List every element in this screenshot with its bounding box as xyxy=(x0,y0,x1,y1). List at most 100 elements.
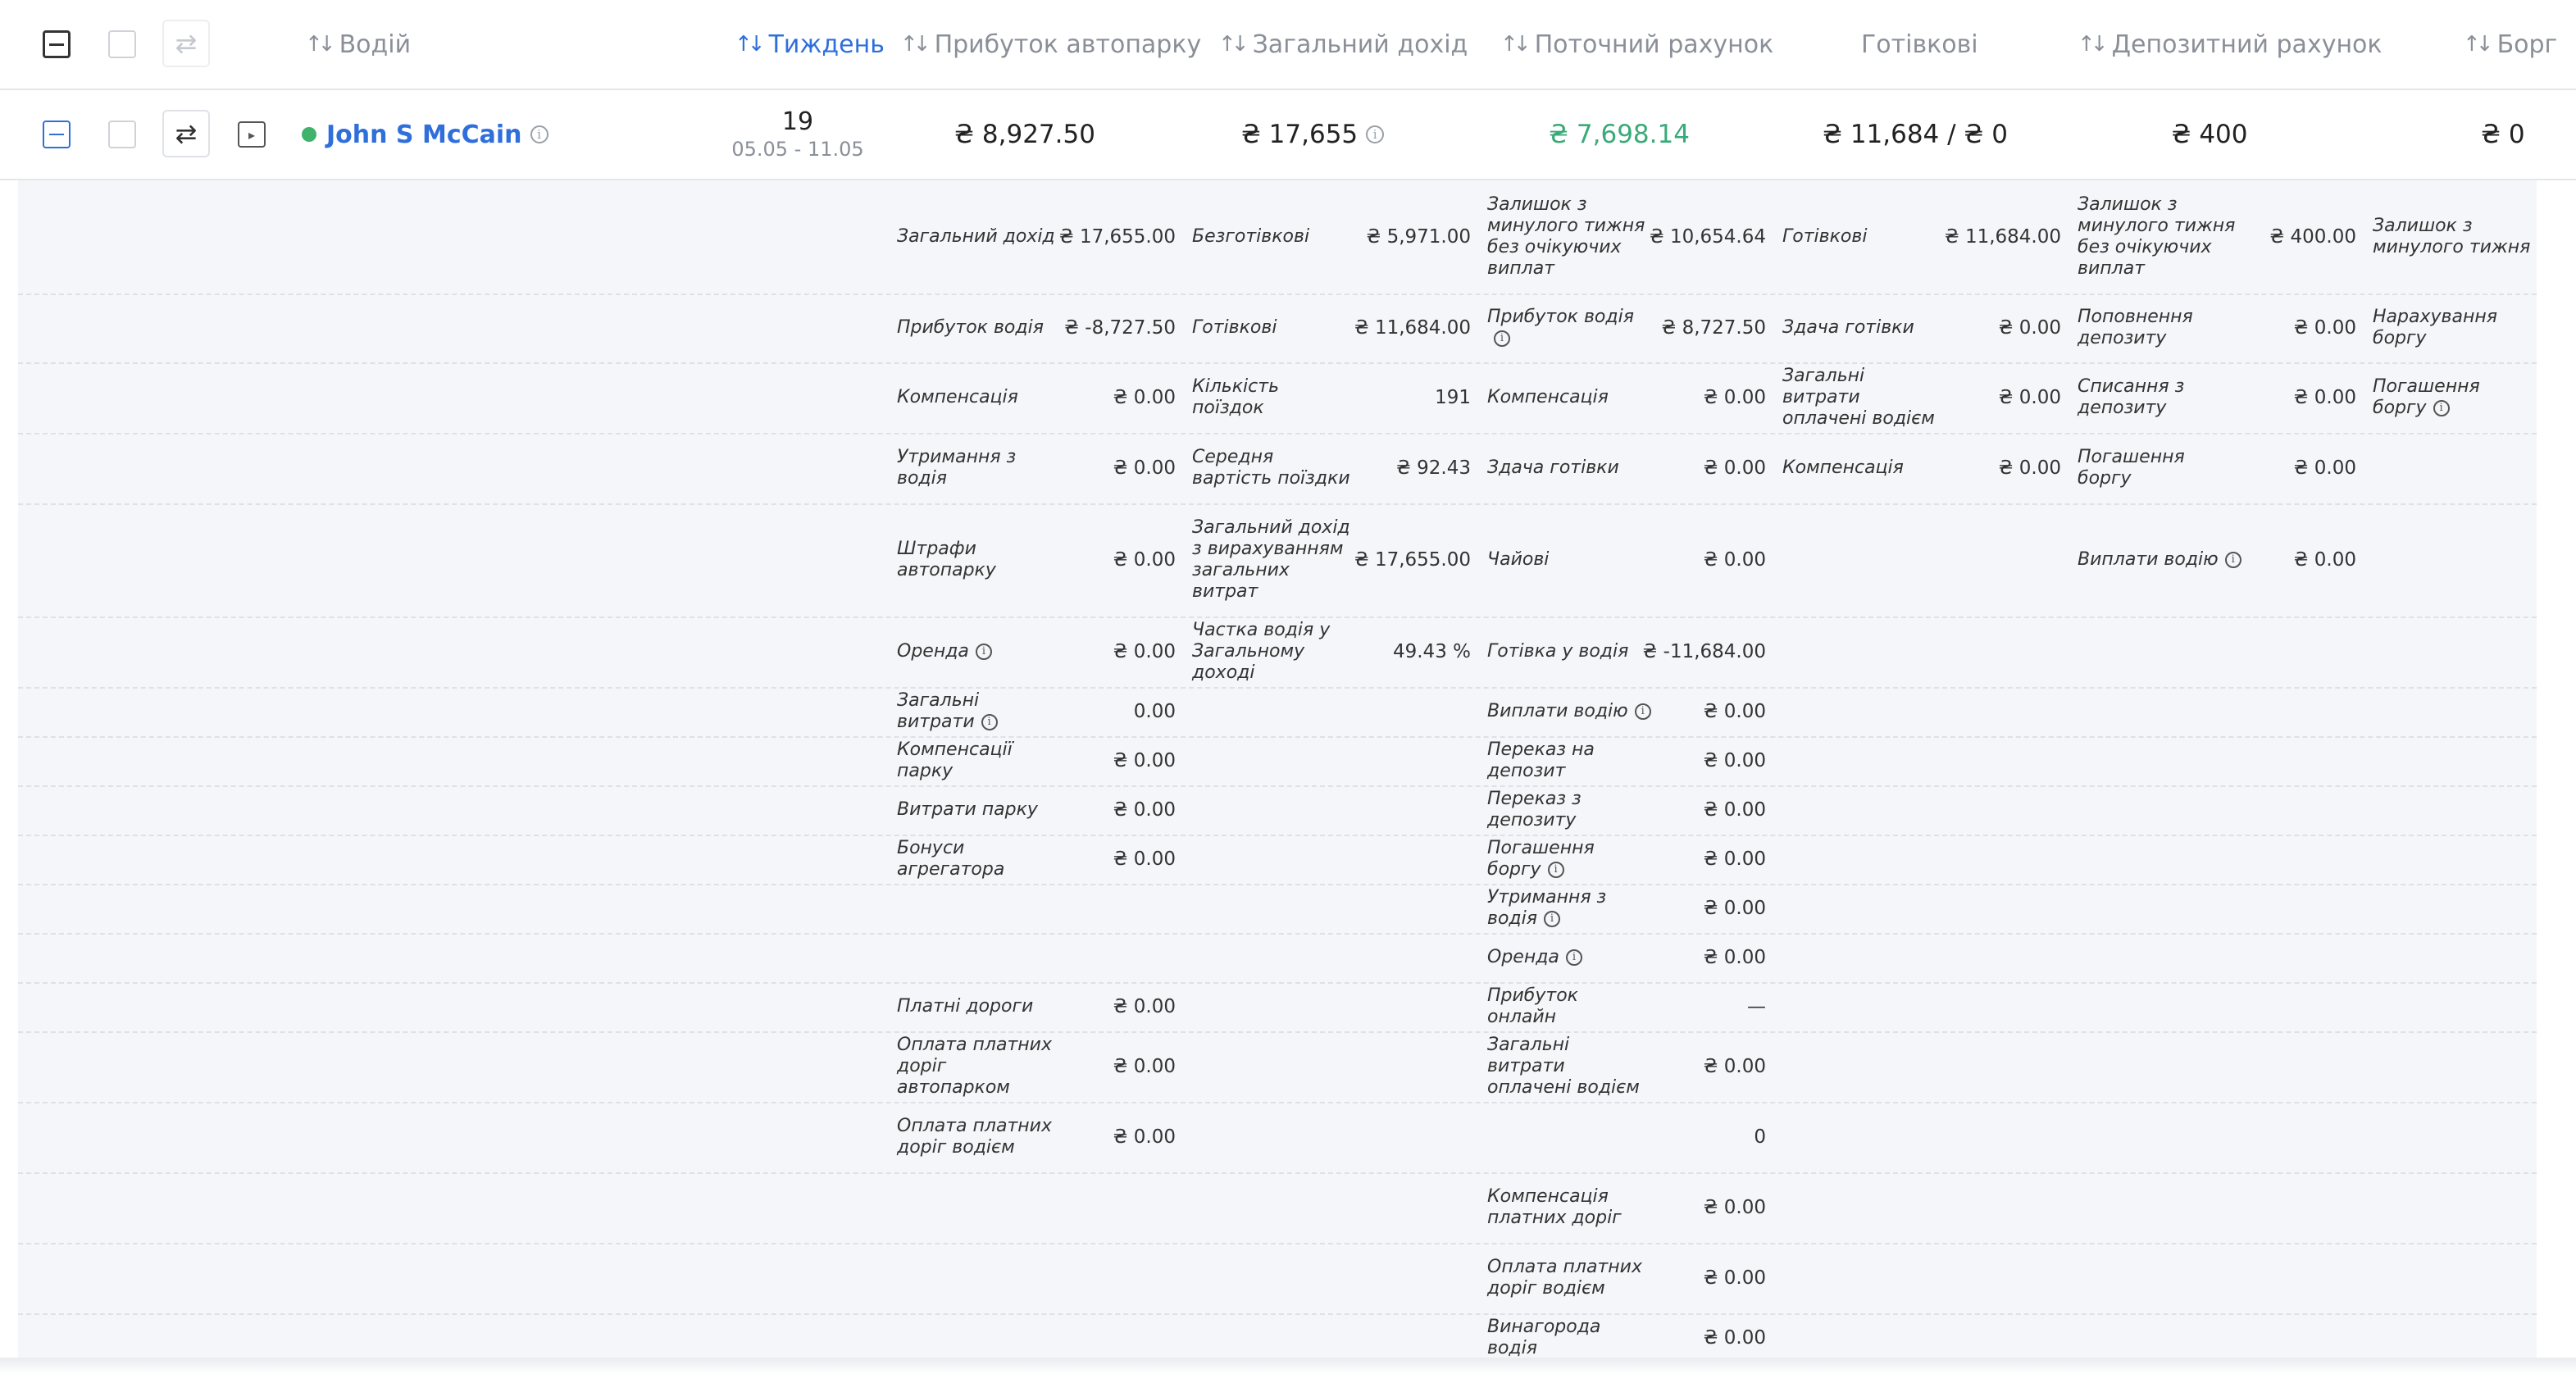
detail-item: Оплата платних доріг водієм ₴ 0.00 xyxy=(1487,1243,1766,1313)
detail-item: Готівка у водія ₴ -11,684.00 xyxy=(1487,616,1766,687)
detail-label-text: Загальні витрати оплачені водієм xyxy=(1782,366,1935,429)
detail-item: Компенсації парку ₴ 0.00 xyxy=(897,736,1176,785)
detail-label-text: Витрати парку xyxy=(897,799,1038,820)
detail-item: Загальні витрати оплачені водієм ₴ 0.00 xyxy=(1487,1031,1766,1102)
detail-item: Здача готівки ₴ 0.00 xyxy=(1782,293,2061,362)
sort-icon: ↑↓ xyxy=(1500,32,1531,57)
collapse-row-checkbox[interactable] xyxy=(43,121,71,148)
sort-icon: ↑↓ xyxy=(2078,32,2108,57)
detail-label: Оплата платних доріг водієм xyxy=(1487,1257,1651,1299)
driver-cell[interactable]: John S McCain i xyxy=(302,90,548,179)
detail-value: ₴ 0.00 xyxy=(1703,750,1766,771)
detail-value: ₴ 0.00 xyxy=(1113,996,1176,1017)
detail-label: Частка водія у Загальному доході xyxy=(1192,620,1356,684)
detail-value: ₴ -8,727.50 xyxy=(1064,317,1176,339)
detail-label: Списання з депозиту xyxy=(2078,376,2241,419)
swap-icon-disabled[interactable]: ⇄ xyxy=(162,20,210,67)
detail-value: — xyxy=(1747,996,1766,1017)
detail-label: Чайові xyxy=(1487,549,1549,571)
detail-label-text: Готівкові xyxy=(1192,317,1277,338)
detail-label: Залишок з минулого тижня без очікуючих в… xyxy=(2078,194,2241,280)
header-checkbox[interactable] xyxy=(108,30,136,58)
detail-item: Компенсація ₴ 0.00 xyxy=(1487,362,1766,433)
detail-item: Середня вартість поїздки ₴ 92.43 xyxy=(1192,433,1471,503)
info-icon[interactable]: i xyxy=(1634,703,1651,720)
column-current-account[interactable]: ↑↓ Поточний рахунок xyxy=(1500,0,1773,89)
detail-label: Погашення боргу xyxy=(2078,447,2241,489)
info-icon[interactable]: i xyxy=(530,125,548,143)
detail-value: ₴ 0.00 xyxy=(1113,641,1176,662)
info-icon[interactable]: i xyxy=(981,714,998,730)
detail-label-text: Виплати водію xyxy=(1487,701,1628,721)
detail-label: Оплата платних доріг автопарком xyxy=(897,1035,1061,1099)
info-icon[interactable]: i xyxy=(1494,330,1510,347)
detail-item: Поповнення депозиту ₴ 0.00 xyxy=(2078,293,2356,362)
info-icon[interactable]: i xyxy=(1547,862,1564,878)
detail-label-text: Безготівкові xyxy=(1192,226,1310,247)
detail-item: Залишок з минулого тижня без очікуючих в… xyxy=(2078,180,2356,293)
column-debt[interactable]: ↑↓ Борг xyxy=(2463,0,2557,89)
detail-value: ₴ 0.00 xyxy=(1998,457,2061,479)
detail-value: ₴ 8,727.50 xyxy=(1661,317,1766,339)
detail-item: Прибуток водія ₴ -8,727.50 xyxy=(897,293,1176,362)
detail-item: Загальний дохід ₴ 17,655.00 xyxy=(897,180,1176,293)
detail-value: ₴ 0.00 xyxy=(1703,1056,1766,1077)
info-icon[interactable]: i xyxy=(2224,552,2241,568)
detail-label-text: Прибуток онлайн xyxy=(1487,985,1578,1027)
detail-label-text: Винагорода водія xyxy=(1487,1317,1601,1358)
detail-value: ₴ 0.00 xyxy=(1113,549,1176,571)
detail-value: ₴ 0.00 xyxy=(1113,750,1176,771)
column-fleet-profit[interactable]: ↑↓ Прибуток автопарку xyxy=(900,0,1201,89)
info-icon[interactable]: i xyxy=(975,644,992,660)
detail-item: Погашення боргу ₴ 0.00 xyxy=(2078,433,2356,503)
detail-item: Винагорода водія ₴ 0.00 xyxy=(1487,1313,1766,1358)
detail-label: Оплата платних доріг водієм xyxy=(897,1116,1061,1158)
detail-label-text: Оренда xyxy=(1487,947,1559,967)
column-deposit-account[interactable]: ↑↓ Депозитний рахунок xyxy=(2078,0,2383,89)
detail-item: Оплата платних доріг водієм ₴ 0.00 xyxy=(897,1102,1176,1172)
detail-label-text: Здача готівки xyxy=(1782,317,1914,338)
column-week[interactable]: ↑↓ Тиждень xyxy=(735,0,885,89)
detail-label: Загальні витрати i xyxy=(897,690,1061,733)
detail-item: Виплати водію i ₴ 0.00 xyxy=(2078,503,2356,616)
table-row[interactable]: ⇄ ▸ John S McCain i 19 05.05 - 11.05 ₴ 8… xyxy=(0,90,2576,180)
detail-value: ₴ 0.00 xyxy=(1113,457,1176,479)
detail-label: Компенсації парку xyxy=(897,739,1061,782)
info-icon[interactable]: i xyxy=(1565,949,1582,966)
column-total-income[interactable]: ↑↓ Загальний дохід xyxy=(1218,0,1468,89)
detail-label-text: Чайові xyxy=(1487,549,1550,570)
row-divider xyxy=(18,1313,2537,1315)
detail-value: ₴ 0.00 xyxy=(1703,457,1766,479)
detail-item: Штрафи автопарку ₴ 0.00 xyxy=(897,503,1176,616)
detail-label: Виплати водію i xyxy=(2078,549,2241,571)
week-cell: 19 05.05 - 11.05 xyxy=(721,90,874,179)
row-checkbox[interactable] xyxy=(108,121,136,148)
detail-value: ₴ 0.00 xyxy=(1998,387,2061,408)
detail-value: ₴ 5,971.00 xyxy=(1366,226,1471,248)
detail-item: Списання з депозиту ₴ 0.00 xyxy=(2078,362,2356,433)
detail-value: ₴ 0.00 xyxy=(1703,1327,1766,1349)
info-icon[interactable]: i xyxy=(1366,125,1385,143)
detail-label-text: Здача готівки xyxy=(1487,457,1619,478)
detail-item: Здача готівки ₴ 0.00 xyxy=(1487,433,1766,503)
swap-icon[interactable]: ⇄ xyxy=(162,110,210,157)
detail-value: ₴ -11,684.00 xyxy=(1642,641,1766,662)
detail-label-text: Компенсація xyxy=(897,387,1018,407)
select-all-checkbox[interactable] xyxy=(43,30,71,58)
detail-item: Погашення боргу i ₴ 0.00 xyxy=(1487,835,1766,884)
side-panel-icon[interactable]: ▸ xyxy=(238,121,266,148)
scroll-shadow xyxy=(0,1358,2576,1374)
detail-label: Компенсація xyxy=(897,387,1018,408)
info-icon[interactable]: i xyxy=(1543,911,1560,927)
driver-name-link[interactable]: John S McCain xyxy=(326,121,522,149)
detail-label-text: Загальний дохід xyxy=(897,226,1055,247)
detail-label: Платні дороги xyxy=(897,996,1033,1017)
detail-item: Залишок з минулого тижня xyxy=(2373,180,2537,293)
detail-label: Безготівкові xyxy=(1192,226,1309,248)
detail-label: Здача готівки xyxy=(1782,317,1914,339)
column-driver[interactable]: ↑↓ Водій xyxy=(305,0,411,89)
detail-item: Готівкові ₴ 11,684.00 xyxy=(1192,293,1471,362)
detail-label: Готівкові xyxy=(1192,317,1277,339)
detail-label: Загальні витрати оплачені водієм xyxy=(1782,366,1946,430)
info-icon[interactable]: i xyxy=(2433,400,2450,416)
